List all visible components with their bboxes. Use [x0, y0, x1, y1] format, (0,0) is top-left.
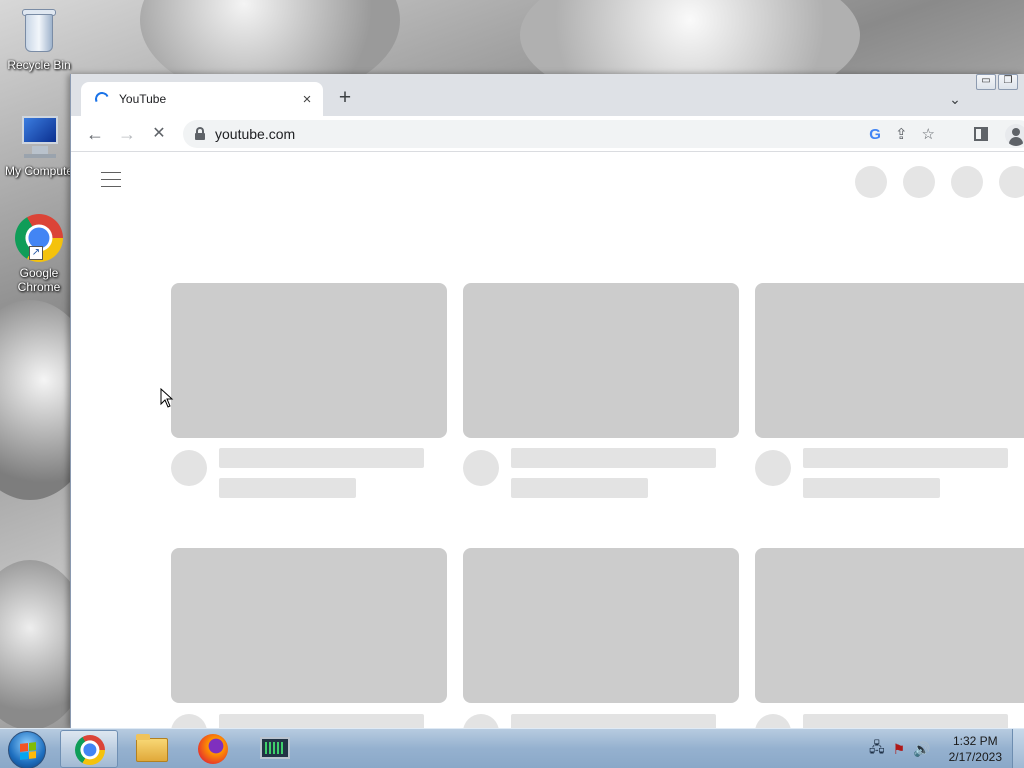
task-manager-icon: [260, 737, 290, 759]
video-thumbnail-placeholder: [463, 283, 739, 438]
page-content: [71, 152, 1024, 728]
bookmark-star-icon[interactable]: ☆: [922, 125, 935, 143]
desktop-icon-my-computer[interactable]: My Compute: [0, 112, 78, 178]
taskbar-app-firefox[interactable]: [184, 730, 242, 768]
tab-youtube[interactable]: YouTube ×: [81, 82, 323, 116]
channel-avatar-placeholder: [755, 450, 791, 486]
taskbar-app-task-manager[interactable]: [246, 730, 304, 768]
video-thumbnail-placeholder: [171, 283, 447, 438]
video-title-placeholder: [511, 714, 716, 728]
computer-icon: [16, 112, 62, 160]
video-thumbnail-placeholder: [755, 548, 1024, 703]
video-title-placeholder: [219, 448, 424, 468]
loading-spinner-icon: [93, 90, 111, 108]
browser-toolbar: ← → ✕ youtube.com G ⇪ ☆: [71, 116, 1024, 152]
video-title-placeholder: [803, 448, 1008, 468]
taskbar-app-explorer[interactable]: [122, 730, 180, 768]
chrome-icon: [75, 735, 105, 765]
desktop-icon-label: Google Chrome: [17, 266, 61, 294]
channel-avatar-placeholder: [463, 450, 499, 486]
folder-icon: [136, 734, 168, 762]
video-thumbnail-placeholder: [755, 283, 1024, 438]
taskbar-app-chrome[interactable]: [60, 730, 118, 768]
profile-avatar-icon[interactable]: [1005, 124, 1024, 146]
desktop-icon-google-chrome[interactable]: ↗ Google Chrome: [0, 214, 78, 294]
window-controls: ▭ ❐: [976, 74, 1018, 90]
tab-title: YouTube: [119, 92, 167, 106]
desktop-icon-label: Recycle Bin: [7, 58, 71, 72]
windows-logo-icon: [20, 742, 36, 760]
forward-button[interactable]: →: [113, 120, 141, 148]
stop-loading-button[interactable]: ✕: [145, 120, 173, 148]
clock-time: 1:32 PM: [952, 734, 998, 748]
restore-button[interactable]: ❐: [998, 74, 1018, 90]
video-title-placeholder: [511, 448, 716, 468]
shortcut-arrow-icon: ↗: [29, 246, 43, 260]
menu-hamburger-icon[interactable]: [101, 172, 121, 188]
new-tab-button[interactable]: +: [333, 87, 357, 111]
video-meta-placeholder: [511, 478, 648, 498]
header-placeholder-circle: [903, 166, 935, 198]
video-thumbnail-placeholder: [463, 548, 739, 703]
desktop-icon-label: My Compute: [4, 164, 74, 178]
desktop-icon-recycle-bin[interactable]: Recycle Bin: [0, 6, 78, 72]
network-icon[interactable]: 🖧: [869, 737, 885, 761]
lock-icon[interactable]: [195, 127, 205, 140]
header-placeholder-circle: [951, 166, 983, 198]
clock[interactable]: 1:32 PM 2/17/2023: [949, 733, 1002, 765]
close-tab-button[interactable]: ×: [295, 91, 319, 108]
side-panel-icon[interactable]: [974, 127, 988, 141]
minimize-button[interactable]: ▭: [976, 74, 996, 90]
google-lens-icon[interactable]: G: [869, 126, 881, 143]
channel-avatar-placeholder: [171, 714, 207, 728]
tab-search-button[interactable]: ⌄: [943, 87, 967, 111]
channel-avatar-placeholder: [171, 450, 207, 486]
address-bar-url[interactable]: youtube.com: [215, 126, 295, 142]
channel-avatar-placeholder: [463, 714, 499, 728]
channel-avatar-placeholder: [755, 714, 791, 728]
show-desktop-button[interactable]: [1012, 729, 1024, 768]
action-center-flag-icon[interactable]: ⚑: [893, 741, 906, 758]
video-meta-placeholder: [803, 478, 940, 498]
taskbar: 🖧 ⚑ 🔊 1:32 PM 2/17/2023: [0, 728, 1024, 768]
browser-window: YouTube × + ⌄ ← → ✕ youtube.com G ⇪ ☆: [70, 74, 1024, 728]
volume-icon[interactable]: 🔊: [913, 741, 930, 758]
header-placeholder-circle: [999, 166, 1024, 198]
clock-date: 2/17/2023: [948, 750, 1002, 764]
tab-strip: YouTube × + ⌄: [71, 74, 1024, 116]
video-title-placeholder: [803, 714, 1008, 728]
share-icon[interactable]: ⇪: [895, 125, 908, 143]
header-placeholder-circle: [855, 166, 887, 198]
address-bar[interactable]: youtube.com G ⇪ ☆: [183, 120, 1024, 148]
video-title-placeholder: [219, 714, 424, 728]
video-thumbnail-placeholder: [171, 548, 447, 703]
system-tray: 🖧 ⚑ 🔊 1:32 PM 2/17/2023: [869, 729, 1002, 768]
start-button[interactable]: [8, 731, 46, 768]
back-button[interactable]: ←: [81, 120, 109, 148]
recycle-bin-icon: [21, 6, 57, 54]
video-meta-placeholder: [219, 478, 356, 498]
firefox-icon: [198, 734, 228, 764]
